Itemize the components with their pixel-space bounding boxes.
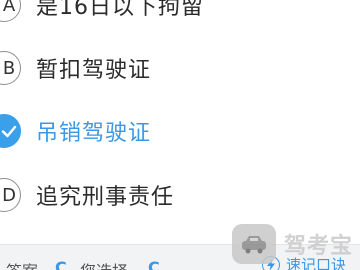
option-badge-b: B <box>0 51 21 85</box>
option-letter-d: D <box>2 184 16 206</box>
option-letter-b: B <box>2 57 16 79</box>
chosen-answer-value: C <box>148 258 160 270</box>
option-badge-c-selected <box>0 114 21 148</box>
chosen-answer-label: 您选择 <box>80 258 128 270</box>
correct-answer-label: 答案 <box>6 258 38 270</box>
option-c[interactable]: 吊销驾驶证 <box>0 103 360 159</box>
option-b[interactable]: B 暂扣驾驶证 <box>0 40 360 96</box>
option-badge-a: A <box>0 0 21 22</box>
correct-answer-value: C <box>55 258 67 270</box>
option-text-a: 是16日以下拘留 <box>36 0 204 20</box>
car-icon <box>232 224 276 264</box>
option-text-d: 追究刑事责任 <box>36 185 175 210</box>
option-a[interactable]: A 是16日以下拘留 <box>0 0 360 33</box>
option-text-b: 暂扣驾驶证 <box>36 58 152 83</box>
option-d[interactable]: D 追究刑事责任 <box>0 167 360 223</box>
checkmark-icon <box>1 125 16 138</box>
watermark-text: 驾考宝 <box>284 234 354 259</box>
option-text-c: 吊销驾驶证 <box>36 121 152 146</box>
option-badge-d: D <box>0 178 21 212</box>
question-screen: A 是16日以下拘留 B 暂扣驾驶证 吊销驾驶证 D 追究刑事责任 答案 C 您… <box>0 0 360 270</box>
watermark: 驾考宝 <box>232 224 353 264</box>
option-letter-a: A <box>2 0 16 16</box>
